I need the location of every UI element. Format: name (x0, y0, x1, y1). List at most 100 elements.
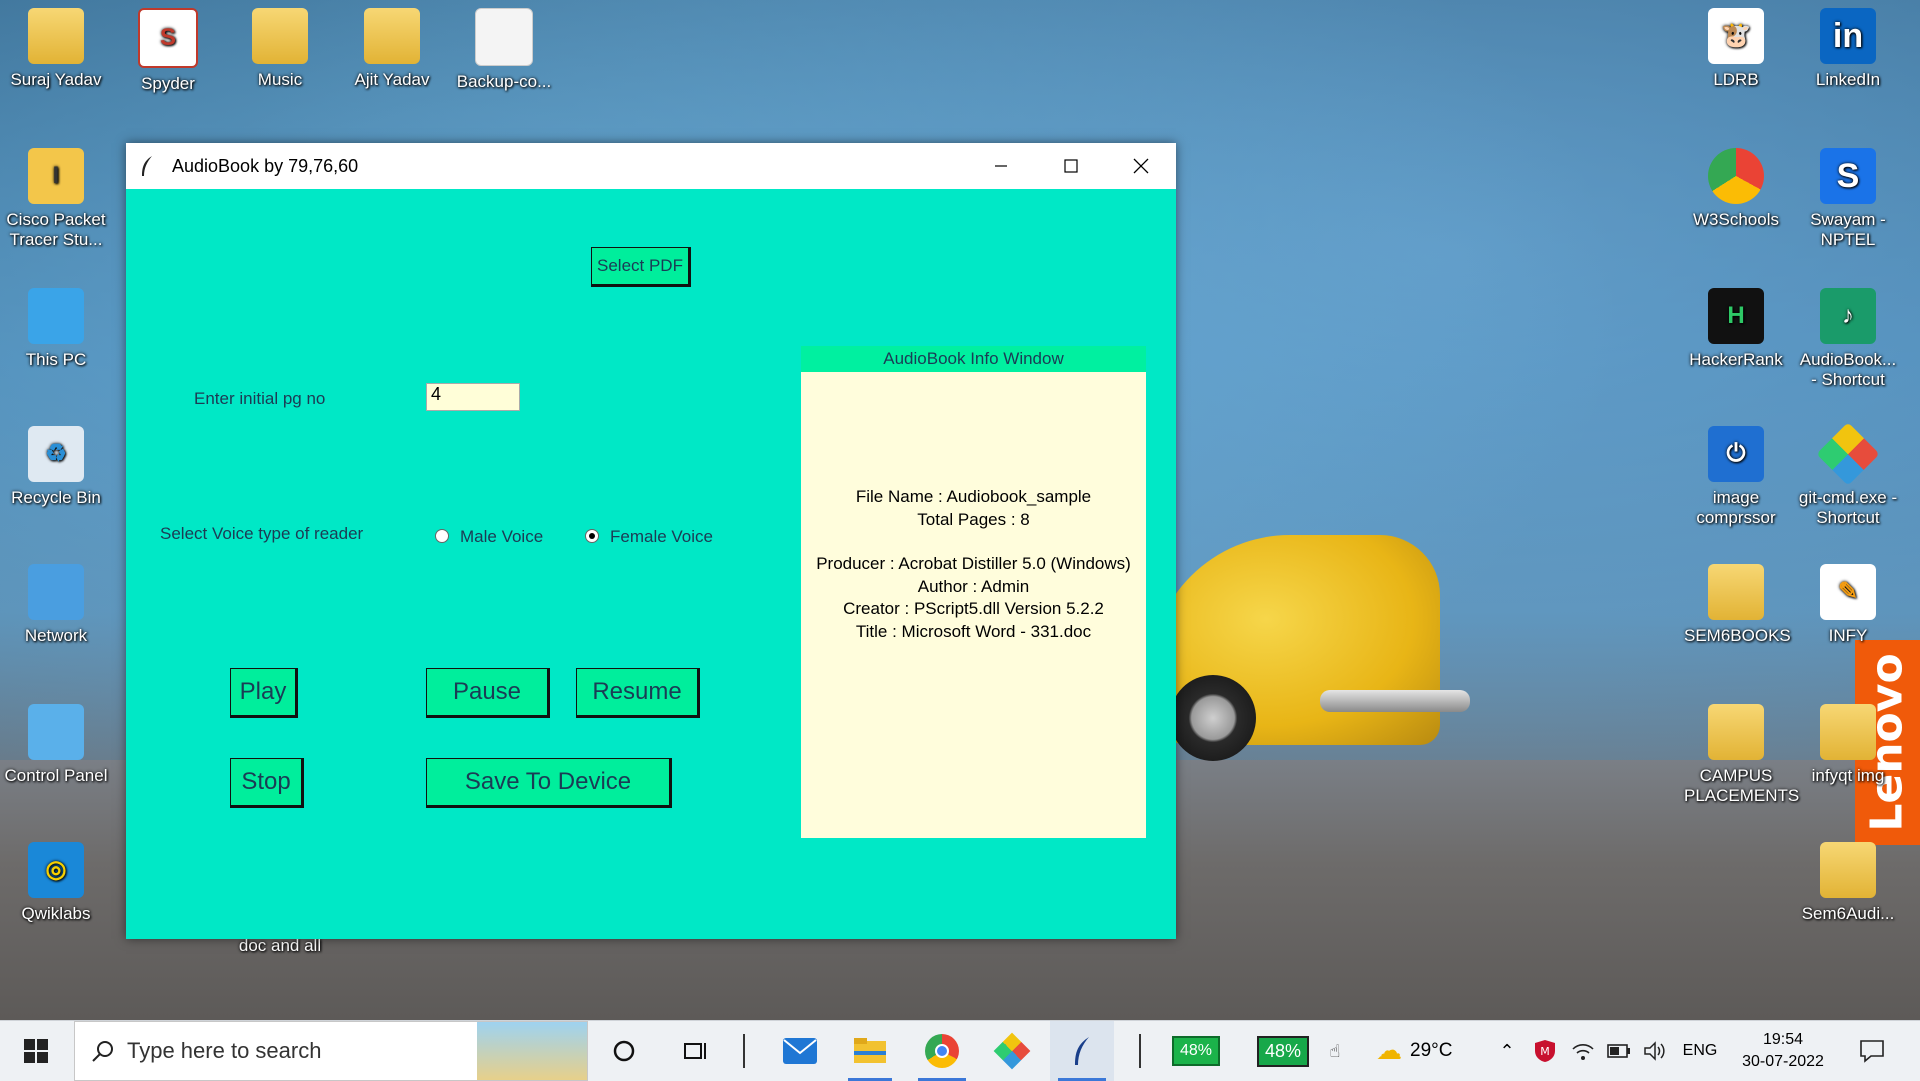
minimize-button[interactable] (966, 143, 1036, 189)
select-pdf-button[interactable]: Select PDF (591, 247, 691, 287)
desktop-icon-recycle-bin[interactable]: ♻ Recycle Bin (4, 426, 108, 508)
clock[interactable]: 19:54 30-07-2022 (1728, 1021, 1838, 1081)
mcafee-tray[interactable]: M (1528, 1021, 1562, 1081)
desktop-icon-network[interactable]: Network (4, 564, 108, 646)
chrome-center (935, 1044, 949, 1058)
icon-label: SEM6BOOKS (1684, 626, 1791, 645)
desktop-icon-sem6books[interactable]: SEM6BOOKS (1684, 564, 1791, 646)
icon-label: Cisco Packet (6, 210, 106, 229)
clock-date: 30-07-2022 (1742, 1053, 1824, 1070)
title-bar[interactable]: AudioBook by 79,76,60 (126, 143, 1176, 189)
icon-label: LinkedIn (1815, 70, 1881, 89)
power-icon: ⏻ (1708, 426, 1764, 482)
desktop-icon-ajit-yadav[interactable]: Ajit Yadav (340, 8, 444, 90)
page-number-input[interactable]: 4 (426, 383, 520, 411)
desktop-icon-sem6audi[interactable]: Sem6Audi... (1796, 842, 1900, 924)
desktop-icon-hackerrank[interactable]: H HackerRank (1684, 288, 1788, 370)
desktop-icon-control-panel[interactable]: Control Panel (4, 704, 108, 786)
desktop-icon-backup[interactable]: Backup-co... (452, 8, 556, 92)
desktop-icon-campus-placements[interactable]: CAMPUS PLACEMENTS (1684, 704, 1800, 806)
male-voice-radio[interactable] (435, 529, 449, 543)
desktop-icon-ldrb[interactable]: 🐮 LDRB (1684, 8, 1788, 90)
search-highlight-image (477, 1022, 587, 1080)
cortana-button[interactable] (596, 1021, 652, 1081)
battery-widget-2[interactable]: 48% (1244, 1021, 1322, 1081)
female-voice-label: Female Voice (610, 527, 713, 546)
male-voice-label: Male Voice (460, 527, 544, 546)
music-folder-icon (252, 8, 308, 64)
icon-label: LDRB (1713, 70, 1759, 89)
icon-label: Ajit Yadav (354, 70, 430, 89)
taskbar-search[interactable]: Type here to search (74, 1021, 588, 1081)
control-panel-icon (28, 704, 84, 760)
user-folder-icon (28, 8, 84, 64)
git-app[interactable] (980, 1021, 1044, 1081)
icon-label: Shortcut (1816, 508, 1880, 527)
desktop-icon-infy[interactable]: ✎ INFY (1796, 564, 1900, 646)
task-view-button[interactable] (666, 1021, 722, 1081)
folder-icon (854, 1038, 886, 1063)
info-panel-header: AudioBook Info Window (801, 346, 1146, 372)
show-hidden-icons-button[interactable]: ⌃ (1494, 1021, 1520, 1081)
desktop-icon-w3schools[interactable]: W3Schools (1684, 148, 1788, 230)
desktop-icon-qwiklabs[interactable]: ◎ Qwiklabs (4, 842, 108, 924)
icon-label: - Shortcut (1811, 370, 1885, 389)
minimize-icon (995, 165, 1007, 167)
desktop-icon-doc-and-all[interactable]: doc and all (228, 936, 332, 956)
task-view-icon (684, 1043, 706, 1059)
desktop-icon-audiobook-shortcut[interactable]: ♪ AudioBook... - Shortcut (1796, 288, 1900, 390)
icon-label: doc and all (238, 936, 322, 955)
volume-tray[interactable] (1640, 1021, 1670, 1081)
info-author: Author : Admin (917, 576, 1030, 596)
start-button[interactable] (0, 1021, 72, 1081)
desktop-icon-image-compressor[interactable]: ⏻ image comprssor (1684, 426, 1788, 528)
battery-icon (1607, 1044, 1630, 1058)
mail-app[interactable] (770, 1021, 830, 1081)
mail-icon (783, 1038, 817, 1064)
battery-tray[interactable] (1604, 1021, 1634, 1081)
icon-label: Network (24, 626, 88, 645)
maximize-button[interactable] (1036, 143, 1106, 189)
folder-icon (1708, 704, 1764, 760)
female-voice-radio[interactable] (585, 529, 599, 543)
save-to-device-button[interactable]: Save To Device (426, 758, 672, 808)
notifications-button[interactable] (1846, 1021, 1898, 1081)
feather-icon (1075, 1037, 1089, 1065)
weather-widget[interactable]: ☁ 29°C (1376, 1021, 1470, 1081)
desktop-icon-suraj-yadav[interactable]: Suraj Yadav (4, 8, 108, 90)
desktop-icon-cisco[interactable]: I Cisco Packet Tracer Stu... (4, 148, 108, 250)
touch-icon-button[interactable]: ☝ (1326, 1021, 1344, 1081)
stop-button[interactable]: Stop (230, 758, 304, 808)
icon-label: PLACEMENTS (1684, 786, 1800, 805)
icon-label: Suraj Yadav (10, 70, 102, 89)
close-button[interactable] (1106, 143, 1176, 189)
wifi-tray[interactable] (1568, 1021, 1598, 1081)
desktop-icon-git-cmd[interactable]: git-cmd.exe - Shortcut (1796, 422, 1900, 528)
window-title: AudioBook by 79,76,60 (172, 155, 359, 176)
wifi-icon (1572, 1044, 1594, 1060)
battery-badge: 48% (1171, 1036, 1221, 1066)
icon-label: Spyder (141, 74, 195, 93)
info-producer: Producer : Acrobat Distiller 5.0 (Window… (816, 554, 1131, 573)
search-placeholder: Type here to search (127, 1038, 322, 1063)
battery-widget-1[interactable]: 48% (1152, 1021, 1240, 1081)
desktop-icon-music[interactable]: Music (228, 8, 332, 90)
file-explorer-app[interactable] (840, 1021, 900, 1081)
play-button[interactable]: Play (230, 668, 298, 718)
language-indicator[interactable]: ENG (1678, 1021, 1722, 1081)
desktop-icon-infyqt-img[interactable]: infyqt img (1796, 704, 1900, 786)
icon-label: Qwiklabs (21, 904, 91, 923)
audiobook-window: AudioBook by 79,76,60 Select PDF Enter i… (126, 143, 1176, 939)
resume-button[interactable]: Resume (576, 668, 700, 718)
desktop-icon-swayam[interactable]: S Swayam - NPTEL (1796, 148, 1900, 250)
pause-button[interactable]: Pause (426, 668, 550, 718)
desktop-icon-linkedin[interactable]: in LinkedIn (1796, 8, 1900, 90)
desktop-icon-spyder[interactable]: S Spyder (116, 8, 220, 94)
audiobook-app[interactable] (1050, 1021, 1114, 1081)
close-icon (1133, 158, 1149, 174)
chrome-app[interactable] (910, 1021, 974, 1081)
desktop-icon-this-pc[interactable]: This PC (4, 288, 108, 370)
icon-label: Backup-co... (456, 72, 552, 91)
clock-time: 19:54 (1762, 1031, 1804, 1048)
